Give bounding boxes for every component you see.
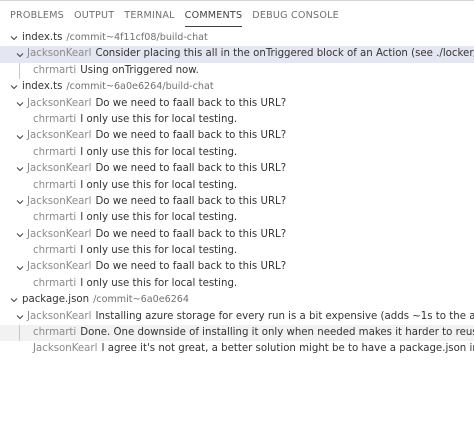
comment-thread-row[interactable]: JacksonKearl Do we need to faall back to … <box>0 128 474 144</box>
comment-thread-row[interactable]: JacksonKearl Do we need to faall back to … <box>0 227 474 243</box>
comment-author: chrmarti <box>33 327 77 339</box>
panel-tab-bar: PROBLEMS OUTPUT TERMINAL COMMENTS DEBUG … <box>0 0 474 30</box>
comment-author: JacksonKearl <box>33 343 98 355</box>
comment-text: I only use this for local testing. <box>80 277 238 289</box>
indent-guide <box>19 62 20 80</box>
comment-text: I only use this for local testing. <box>80 212 238 224</box>
file-row[interactable]: index.ts/commit~6a0e6264/build-chat <box>0 79 474 95</box>
chevron-down-icon[interactable] <box>15 46 25 62</box>
chevron-down-icon[interactable] <box>9 79 19 95</box>
indent-guide <box>19 325 20 342</box>
tab-comments[interactable]: COMMENTS <box>180 0 248 30</box>
file-name: index.ts <box>22 81 63 93</box>
comment-text: Do we need to faall back to this URL? <box>95 97 287 109</box>
comment-text: I only use this for local testing. <box>80 146 238 158</box>
comment-reply-row[interactable]: chrmarti I only use this for local testin… <box>0 276 474 292</box>
file-path: /commit~6a0e6264/build-chat <box>66 81 214 93</box>
comment-author: chrmarti <box>33 113 77 125</box>
comment-text: I agree it's not great, a better solutio… <box>101 343 474 355</box>
chevron-down-icon[interactable] <box>15 227 25 243</box>
file-path: /commit~4f11cf08/build-chat <box>66 32 208 43</box>
tab-terminal[interactable]: TERMINAL <box>119 0 179 30</box>
comment-author: JacksonKearl <box>27 310 92 322</box>
comment-author: JacksonKearl <box>27 48 92 60</box>
comment-author: JacksonKearl <box>27 97 92 109</box>
chevron-down-icon[interactable] <box>15 96 25 112</box>
comment-text: Using onTriggered now. <box>80 64 199 76</box>
chevron-down-icon[interactable] <box>15 161 25 177</box>
comment-author: JacksonKearl <box>27 195 92 207</box>
comment-text: Consider placing this all in the onTrigg… <box>95 48 474 60</box>
comment-text: Do we need to faall back to this URL? <box>95 228 287 240</box>
comment-thread-row[interactable]: JacksonKearl Do we need to faall back to … <box>0 161 474 177</box>
chevron-down-icon[interactable] <box>9 292 19 308</box>
comment-text: Do we need to faall back to this URL? <box>95 261 287 273</box>
comment-reply-row[interactable]: chrmarti I only use this for local testin… <box>0 178 474 194</box>
comment-reply-row[interactable]: chrmarti I only use this for local testin… <box>0 145 474 161</box>
file-name: index.ts <box>22 32 63 43</box>
comment-author: chrmarti <box>33 245 77 257</box>
comment-author: chrmarti <box>33 179 77 191</box>
comment-text: Do we need to faall back to this URL? <box>95 163 287 175</box>
file-row[interactable]: index.ts/commit~4f11cf08/build-chat <box>0 30 474 46</box>
comment-thread-row[interactable]: JacksonKearl Installing azure storage for… <box>0 309 474 325</box>
comment-reply-row[interactable]: chrmarti I only use this for local testin… <box>0 243 474 259</box>
comment-text: Do we need to faall back to this URL? <box>95 195 287 207</box>
chevron-down-icon[interactable] <box>15 128 25 144</box>
comment-thread-row[interactable]: JacksonKearl Consider placing this all in… <box>0 46 474 63</box>
comment-thread-row[interactable]: JacksonKearl Do we need to faall back to … <box>0 259 474 275</box>
chevron-down-icon[interactable] <box>15 309 25 325</box>
comment-text: Done. One downside of installing it only… <box>80 327 474 339</box>
file-row[interactable]: package.json/commit~6a0e6264 <box>0 292 474 308</box>
comment-thread-row[interactable]: JacksonKearl Do we need to faall back to … <box>0 96 474 112</box>
tab-debug-console[interactable]: DEBUG CONSOLE <box>247 0 344 30</box>
comments-tree: index.ts/commit~4f11cf08/build-chat Jack… <box>0 30 474 434</box>
comment-reply-row[interactable]: chrmarti I only use this for local testin… <box>0 112 474 128</box>
chevron-down-icon[interactable] <box>15 259 25 275</box>
comment-author: JacksonKearl <box>27 261 92 273</box>
comment-author: JacksonKearl <box>27 130 92 142</box>
file-name: package.json <box>22 294 90 306</box>
comment-reply-row[interactable]: chrmarti I only use this for local testin… <box>0 210 474 226</box>
comment-author: chrmarti <box>33 64 77 76</box>
comment-text: Installing azure storage for every run i… <box>95 310 474 322</box>
comment-author: chrmarti <box>33 146 77 158</box>
comment-author: JacksonKearl <box>27 228 92 240</box>
tab-problems[interactable]: PROBLEMS <box>0 0 69 30</box>
comment-author: chrmarti <box>33 277 77 289</box>
comment-text: I only use this for local testing. <box>80 179 238 191</box>
tab-output[interactable]: OUTPUT <box>69 0 119 30</box>
comment-reply-row[interactable]: chrmarti Using onTriggered now. <box>0 62 474 80</box>
comment-reply-row[interactable]: JacksonKearl I agree it's not great, a be… <box>0 341 474 357</box>
comment-author: chrmarti <box>33 212 77 224</box>
comment-thread-row[interactable]: JacksonKearl Do we need to faall back to … <box>0 194 474 210</box>
chevron-down-icon[interactable] <box>15 194 25 210</box>
comment-reply-row[interactable]: chrmarti Done. One downside of installing… <box>0 325 474 342</box>
file-path: /commit~6a0e6264 <box>93 294 190 306</box>
comment-author: JacksonKearl <box>27 163 92 175</box>
comment-text: I only use this for local testing. <box>80 245 238 257</box>
chevron-down-icon[interactable] <box>9 30 19 46</box>
comment-text: Do we need to faall back to this URL? <box>95 130 287 142</box>
comment-text: I only use this for local testing. <box>80 113 238 125</box>
